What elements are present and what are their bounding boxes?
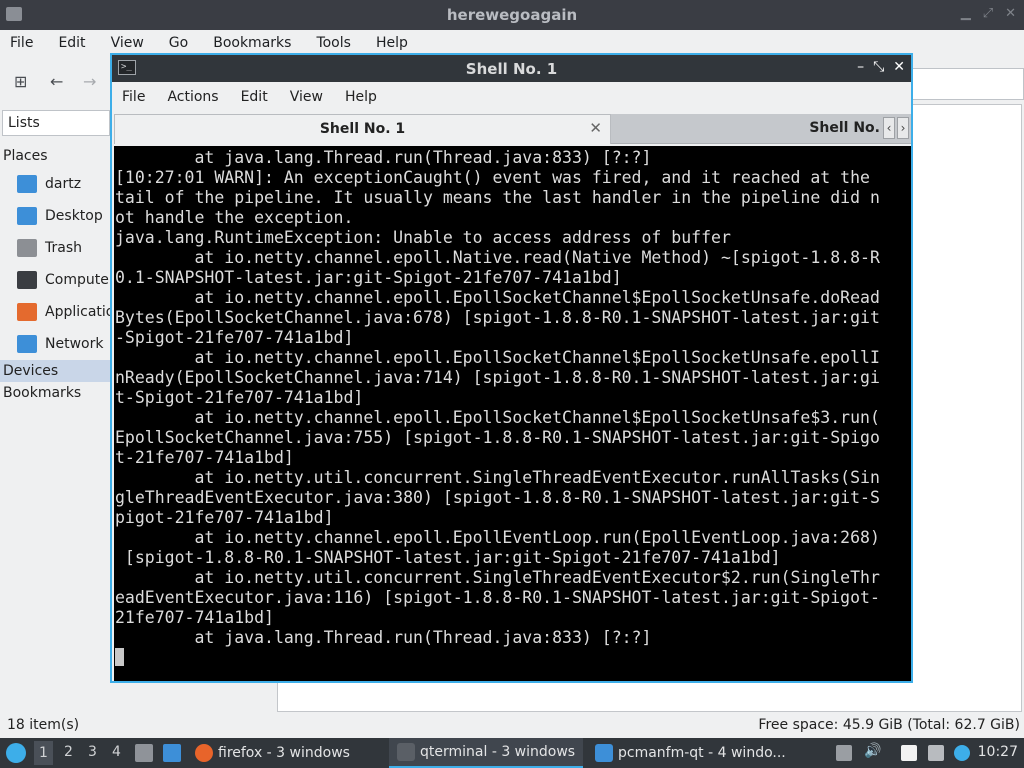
- sidebar-item-label: Network: [45, 336, 104, 352]
- tab-label: Shell No. 1: [319, 121, 406, 137]
- terminal-cursor: [115, 648, 124, 666]
- maximize-icon[interactable]: ⤢: [983, 6, 993, 21]
- task-qterminal[interactable]: qterminal - 3 windows: [389, 738, 584, 768]
- trash-icon: [17, 239, 37, 257]
- start-menu-icon[interactable]: [6, 743, 26, 763]
- terminal-output[interactable]: at java.lang.Thread.run(Thread.java:833)…: [114, 146, 911, 681]
- workspace-3[interactable]: 3: [88, 744, 97, 760]
- devices-heading[interactable]: Devices: [0, 360, 110, 382]
- menu-help[interactable]: Help: [376, 35, 408, 51]
- desktop-pager-icon[interactable]: [163, 744, 181, 762]
- back-arrow-icon[interactable]: ←: [50, 72, 63, 91]
- places-heading[interactable]: Places: [3, 148, 48, 164]
- file-manager-titlebar[interactable]: herewegoagain ▁ ⤢ ✕: [0, 0, 1024, 30]
- sidebar-item-label: Computer: [45, 272, 115, 288]
- folder-icon: [595, 744, 613, 762]
- home-folder-icon: [17, 175, 37, 193]
- menu-edit[interactable]: Edit: [58, 35, 85, 51]
- side-pane-mode-select[interactable]: Lists: [2, 110, 110, 136]
- terminal-text: at java.lang.Thread.run(Thread.java:833)…: [115, 148, 911, 668]
- menu-view[interactable]: View: [290, 89, 323, 105]
- taskbar: 1 2 3 4 firefox - 3 windows qterminal - …: [0, 738, 1024, 768]
- restore-icon[interactable]: ⤡: [873, 59, 884, 75]
- sidebar-item-dartz[interactable]: dartz: [17, 172, 81, 196]
- workspace-2[interactable]: 2: [64, 744, 73, 760]
- status-bar: 18 item(s) Free space: 45.9 GiB (Total: …: [0, 714, 1024, 738]
- task-label: firefox - 3 windows: [218, 745, 350, 761]
- file-manager-title: herewegoagain: [446, 6, 578, 24]
- workspace-1[interactable]: 1: [34, 741, 53, 765]
- show-desktop-icon[interactable]: [135, 744, 153, 762]
- tab-shell-1[interactable]: Shell No. 1 ✕: [114, 114, 611, 144]
- menu-actions[interactable]: Actions: [167, 89, 218, 105]
- tab-scroll-left-icon[interactable]: ‹: [883, 117, 895, 139]
- task-firefox[interactable]: firefox - 3 windows: [195, 738, 350, 768]
- tab-label: Shell No.: [809, 120, 880, 136]
- terminal-window: >_ Shell No. 1 – ⤡ ✕ File Actions Edit V…: [110, 53, 913, 683]
- minimize-icon[interactable]: –: [857, 59, 864, 75]
- tab-scroll-right-icon[interactable]: ›: [897, 117, 909, 139]
- sidebar-item-label: Desktop: [45, 208, 103, 224]
- menu-file[interactable]: File: [10, 35, 33, 51]
- task-pcmanfm[interactable]: pcmanfm-qt - 4 windo...: [595, 738, 786, 768]
- new-tab-icon[interactable]: ⊞: [14, 72, 27, 91]
- sidebar-item-label: Trash: [45, 240, 82, 256]
- applications-icon: [17, 303, 37, 321]
- free-space: Free space: 45.9 GiB (Total: 62.7 GiB): [758, 717, 1020, 733]
- computer-icon: [17, 271, 37, 289]
- task-label: pcmanfm-qt - 4 windo...: [618, 745, 786, 761]
- close-tab-icon[interactable]: ✕: [589, 119, 602, 137]
- menu-edit[interactable]: Edit: [241, 89, 268, 105]
- tab-shell-2[interactable]: Shell No.: [614, 114, 884, 144]
- firefox-icon: [195, 744, 213, 762]
- sidebar-item-trash[interactable]: Trash: [17, 236, 82, 260]
- network-status-icon[interactable]: [954, 745, 970, 761]
- minimize-icon[interactable]: ▁: [961, 6, 971, 21]
- network-folder-icon: [17, 335, 37, 353]
- clipboard-icon[interactable]: [901, 745, 917, 761]
- workspace-4[interactable]: 4: [112, 744, 121, 760]
- item-count: 18 item(s): [7, 717, 80, 733]
- file-manager-toolbar: ⊞ ← →: [0, 60, 110, 104]
- menu-help[interactable]: Help: [345, 89, 377, 105]
- sidebar-item-network[interactable]: Network: [17, 332, 103, 356]
- volume-icon[interactable]: 🔊: [864, 743, 881, 759]
- desktop-folder-icon: [17, 207, 37, 225]
- tray-scroll-icon[interactable]: [836, 745, 852, 761]
- terminal-icon: [397, 743, 415, 761]
- close-icon[interactable]: ✕: [1005, 6, 1016, 21]
- task-label: qterminal - 3 windows: [420, 744, 576, 760]
- path-bar[interactable]: [912, 68, 1024, 100]
- terminal-menubar: File Actions Edit View Help: [112, 84, 911, 110]
- sidebar-item-desktop[interactable]: Desktop: [17, 204, 103, 228]
- monitor-icon[interactable]: [928, 745, 944, 761]
- menu-file[interactable]: File: [122, 89, 145, 105]
- bookmarks-heading[interactable]: Bookmarks: [3, 385, 81, 401]
- forward-arrow-icon[interactable]: →: [83, 72, 96, 91]
- menu-view[interactable]: View: [111, 35, 144, 51]
- terminal-title: Shell No. 1: [465, 60, 558, 78]
- terminal-titlebar[interactable]: >_ Shell No. 1 – ⤡ ✕: [112, 55, 911, 82]
- terminal-tab-bar: Shell No. 1 ✕ Shell No. ‹ ›: [114, 114, 911, 144]
- menu-bookmarks[interactable]: Bookmarks: [213, 35, 291, 51]
- menu-go[interactable]: Go: [169, 35, 188, 51]
- close-icon[interactable]: ✕: [893, 59, 905, 75]
- menu-tools[interactable]: Tools: [316, 35, 351, 51]
- sidebar-item-label: dartz: [45, 176, 82, 192]
- clock[interactable]: 10:27: [978, 744, 1018, 760]
- sidebar-item-computer[interactable]: Computer: [17, 268, 115, 292]
